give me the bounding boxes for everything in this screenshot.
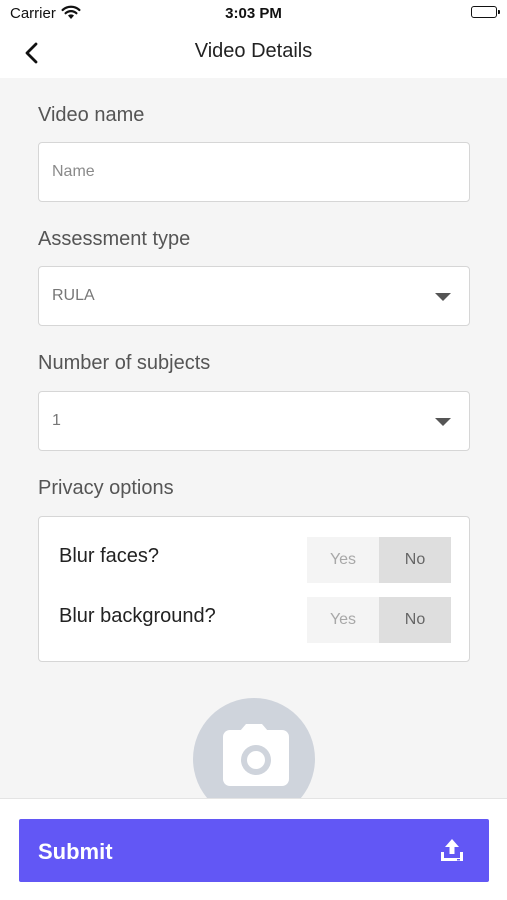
submit-label: Submit xyxy=(38,839,113,864)
caret-down-icon xyxy=(435,293,451,301)
privacy-options-panel: Blur faces? Yes No Blur background? Yes … xyxy=(38,516,470,662)
caret-down-icon xyxy=(435,418,451,426)
battery-icon xyxy=(471,6,500,18)
page-title: Video Details xyxy=(194,40,313,62)
footer-bar: Submit xyxy=(0,798,507,900)
assessment-type-select[interactable]: RULA xyxy=(38,266,470,326)
status-time: 3:03 PM xyxy=(225,5,282,22)
blur-faces-toggle[interactable]: Yes No xyxy=(307,537,451,583)
video-name-field[interactable] xyxy=(38,142,470,202)
form-content[interactable]: Video name Assessment type RULA Number o… xyxy=(0,78,507,798)
camera-button[interactable] xyxy=(193,698,315,798)
assessment-type-label: Assessment type xyxy=(38,228,191,250)
status-bar: Carrier 3:03 PM xyxy=(0,0,507,28)
subjects-value: 1 xyxy=(52,412,61,429)
privacy-options-label: Privacy options xyxy=(38,477,174,499)
subjects-label: Number of subjects xyxy=(38,352,211,374)
blur-background-no[interactable]: No xyxy=(379,597,451,643)
upload-icon xyxy=(439,837,465,868)
camera-icon xyxy=(223,724,289,786)
nav-bar: Video Details xyxy=(0,28,507,78)
blur-background-label: Blur background? xyxy=(59,605,216,627)
subjects-select[interactable]: 1 xyxy=(38,391,470,451)
assessment-type-value: RULA xyxy=(52,287,95,304)
blur-background-toggle[interactable]: Yes No xyxy=(307,597,451,643)
blur-faces-no[interactable]: No xyxy=(379,537,451,583)
submit-button[interactable]: Submit xyxy=(19,819,489,882)
blur-background-yes[interactable]: Yes xyxy=(307,597,379,643)
blur-faces-yes[interactable]: Yes xyxy=(307,537,379,583)
video-name-label: Video name xyxy=(38,104,145,126)
video-name-input[interactable] xyxy=(39,143,469,201)
blur-faces-label: Blur faces? xyxy=(59,545,160,567)
